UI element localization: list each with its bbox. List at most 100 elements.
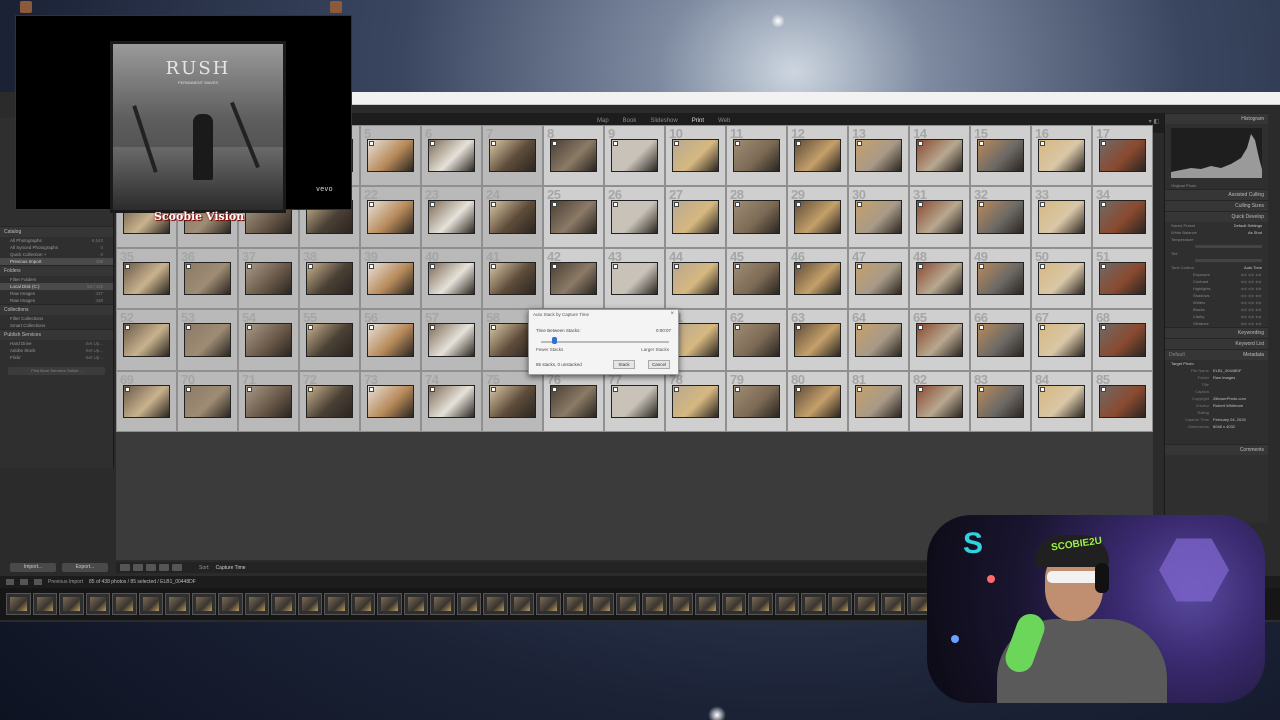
grid-cell[interactable]: 63 [787, 309, 848, 371]
photo-thumbnail[interactable] [550, 139, 597, 173]
tone-step-buttons[interactable]: ◀◀ ◀ ▶ ▶▶ [1240, 279, 1262, 284]
photo-thumbnail[interactable] [611, 261, 658, 296]
loupe-view-icon[interactable] [133, 564, 143, 571]
photo-thumbnail[interactable] [1038, 323, 1085, 357]
grid-cell[interactable]: 30 [848, 186, 909, 248]
photo-thumbnail[interactable] [1038, 384, 1085, 418]
grid-cell[interactable]: 52 [116, 309, 177, 371]
grid-cell[interactable]: 62 [726, 309, 787, 371]
back-arrow-icon[interactable] [34, 579, 42, 585]
grid-cell[interactable]: 32 [970, 186, 1031, 248]
filmstrip-thumbnail[interactable] [827, 593, 852, 615]
grid-cell[interactable]: 25 [543, 186, 604, 248]
photo-thumbnail[interactable] [428, 261, 475, 296]
grid-cell[interactable]: 16 [1031, 125, 1092, 187]
filmstrip-thumbnail[interactable] [509, 593, 534, 615]
grid-cell[interactable]: 72 [299, 370, 360, 432]
grid-cell[interactable]: 24 [482, 186, 543, 248]
collections-header[interactable]: Collections [0, 304, 113, 315]
grid-cell[interactable]: 7 [482, 125, 543, 187]
tone-row[interactable]: Shadows ◀◀ ◀ ▶ ▶▶ [1165, 292, 1268, 299]
photo-thumbnail[interactable] [916, 139, 963, 173]
tone-step-buttons[interactable]: ◀◀ ◀ ▶ ▶▶ [1240, 307, 1262, 312]
cancel-button[interactable]: Cancel [648, 360, 670, 369]
photo-thumbnail[interactable] [489, 200, 536, 234]
grid-cell[interactable]: 17 [1092, 125, 1153, 187]
grid-cell[interactable]: 13 [848, 125, 909, 187]
tone-step-buttons[interactable]: ◀◀ ◀ ▶ ▶▶ [1240, 321, 1262, 326]
grid-cell[interactable]: 67 [1031, 309, 1092, 371]
folders-header[interactable]: Folders [0, 265, 113, 276]
photo-thumbnail[interactable] [611, 384, 658, 418]
grid-cell[interactable]: 9 [604, 125, 665, 187]
photo-thumbnail[interactable] [1099, 384, 1146, 418]
panel-list-item[interactable]: Raw Images 438 [0, 297, 113, 304]
photo-thumbnail[interactable] [123, 261, 170, 296]
tone-step-buttons[interactable]: ◀◀ ◀ ▶ ▶▶ [1240, 293, 1262, 298]
grid-cell[interactable]: 77 [604, 370, 665, 432]
panel-list-item[interactable]: All Photographs 6,543 [0, 237, 113, 244]
photo-thumbnail[interactable] [1038, 139, 1085, 173]
photo-thumbnail[interactable] [245, 323, 292, 357]
grid-cell[interactable]: 54 [238, 309, 299, 371]
photo-thumbnail[interactable] [916, 384, 963, 418]
grid-cell[interactable]: 33 [1031, 186, 1092, 248]
photo-thumbnail[interactable] [550, 261, 597, 296]
filmstrip-thumbnail[interactable] [324, 593, 349, 615]
photo-thumbnail[interactable] [855, 200, 902, 234]
grid-cell[interactable]: 15 [970, 125, 1031, 187]
photo-thumbnail[interactable] [367, 323, 414, 357]
grid-cell[interactable]: 55 [299, 309, 360, 371]
grid-cell[interactable]: 65 [909, 309, 970, 371]
grid-cell[interactable]: 31 [909, 186, 970, 248]
filmstrip-thumbnail[interactable] [85, 593, 110, 615]
spray-can-icon[interactable] [172, 564, 182, 571]
photo-thumbnail[interactable] [977, 323, 1024, 357]
photo-thumbnail[interactable] [672, 384, 719, 418]
filmstrip-thumbnail[interactable] [880, 593, 905, 615]
photo-thumbnail[interactable] [1099, 139, 1146, 173]
filmstrip-thumbnail[interactable] [297, 593, 322, 615]
grid-cell[interactable]: 8 [543, 125, 604, 187]
filmstrip-thumbnail[interactable] [536, 593, 561, 615]
panel-list-item[interactable]: Smart Collections [0, 322, 113, 329]
photo-thumbnail[interactable] [184, 384, 231, 418]
grid-cell[interactable]: 81 [848, 370, 909, 432]
grid-cell[interactable]: 82 [909, 370, 970, 432]
grid-cell[interactable]: 56 [360, 309, 421, 371]
grid-cell[interactable]: 6 [421, 125, 482, 187]
metadata-value[interactable]: 6048 x 4032 [1213, 424, 1262, 429]
metadata-value[interactable]: ZillowerPhoto.com [1213, 396, 1262, 401]
grid-cell[interactable]: 22 [360, 186, 421, 248]
publish-services-header[interactable]: Publish Services [0, 329, 113, 340]
grid-cell[interactable]: 70 [177, 370, 238, 432]
photo-thumbnail[interactable] [672, 200, 719, 234]
grid-cell[interactable]: 74 [421, 370, 482, 432]
module-tab-slideshow[interactable]: Slideshow [650, 118, 677, 124]
tone-step-buttons[interactable]: ◀◀ ◀ ▶ ▶▶ [1240, 314, 1262, 319]
filmstrip-thumbnail[interactable] [774, 593, 799, 615]
photo-thumbnail[interactable] [916, 261, 963, 296]
photo-thumbnail[interactable] [733, 323, 780, 357]
photo-thumbnail[interactable] [245, 384, 292, 418]
photo-thumbnail[interactable] [611, 200, 658, 234]
photo-thumbnail[interactable] [367, 261, 414, 296]
grid-cell[interactable]: 23 [421, 186, 482, 248]
module-tab-print[interactable]: Print [692, 118, 704, 124]
metadata-value[interactable] [1213, 410, 1262, 415]
tone-step-buttons[interactable]: ◀◀ ◀ ▶ ▶▶ [1240, 300, 1262, 305]
grid-cell[interactable]: 36 [177, 247, 238, 310]
photo-thumbnail[interactable] [672, 323, 719, 357]
grid-cell[interactable]: 64 [848, 309, 909, 371]
grid-icon[interactable] [20, 579, 28, 585]
photo-thumbnail[interactable] [1038, 200, 1085, 234]
grid-cell[interactable]: 14 [909, 125, 970, 187]
grid-cell[interactable]: 47 [848, 247, 909, 310]
photo-thumbnail[interactable] [428, 323, 475, 357]
temperature-slider[interactable] [1195, 245, 1262, 248]
photo-thumbnail[interactable] [977, 200, 1024, 234]
filmstrip-thumbnail[interactable] [854, 593, 879, 615]
panel-list-item[interactable]: Filter Collections [0, 315, 113, 322]
photo-thumbnail[interactable] [306, 261, 353, 296]
grid-cell[interactable]: 35 [116, 247, 177, 310]
